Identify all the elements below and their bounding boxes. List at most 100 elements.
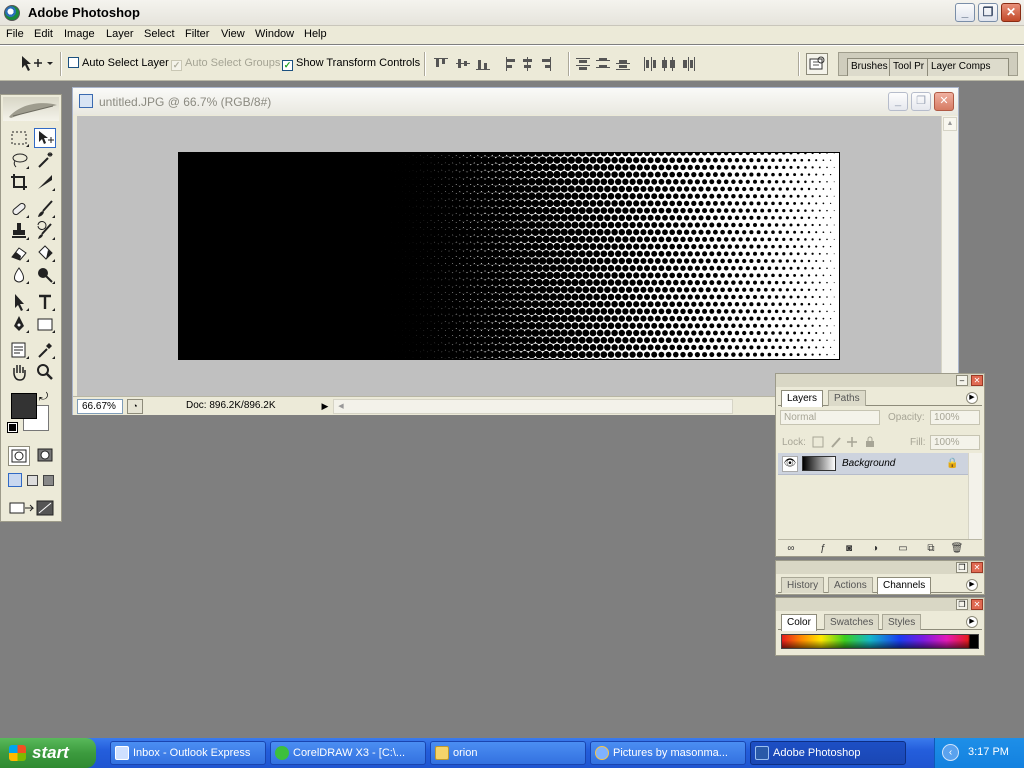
palette-menu-icon[interactable]: ▶ — [966, 579, 978, 591]
taskbar-button-photoshop[interactable]: Adobe Photoshop — [750, 741, 906, 765]
tab-actions[interactable]: Actions — [828, 577, 873, 593]
full-screen-menu-mode-icon[interactable] — [27, 475, 38, 486]
auto-select-layer-checkbox[interactable]: Auto Select Layer — [68, 57, 169, 69]
tab-paths[interactable]: Paths — [828, 390, 866, 406]
distribute-buttons-group[interactable] — [576, 56, 702, 72]
move-tool-icon[interactable] — [34, 128, 56, 148]
blur-tool-icon[interactable] — [8, 265, 30, 285]
rectangle-tool-icon[interactable] — [34, 314, 56, 334]
menu-window[interactable]: Window — [255, 27, 294, 41]
marquee-tool-icon[interactable] — [8, 128, 30, 148]
show-transform-controls-checkbox[interactable]: ✓ Show Transform Controls — [282, 57, 420, 71]
document-maximize-button[interactable]: ❐ — [911, 92, 931, 111]
swap-colors-icon[interactable]: ⤾ — [39, 391, 48, 404]
palette-drag-bar[interactable]: – ✕ — [776, 374, 984, 387]
magic-wand-tool-icon[interactable] — [34, 150, 56, 170]
notes-tool-icon[interactable] — [8, 340, 30, 360]
menu-select[interactable]: Select — [144, 27, 175, 41]
brush-tool-icon[interactable] — [34, 199, 56, 219]
tool-preset-picker[interactable] — [4, 51, 54, 75]
layer-style-icon[interactable]: ƒ — [816, 543, 830, 555]
zoom-level-field[interactable]: 66.67% — [77, 399, 123, 414]
status-info-menu-arrow-icon[interactable]: ▶ — [318, 399, 332, 414]
palette-drag-bar[interactable]: ❐ ✕ — [776, 598, 984, 611]
file-browser-button[interactable] — [806, 53, 828, 75]
layers-list-scrollbar[interactable] — [968, 453, 982, 539]
tab-channels[interactable]: Channels — [877, 577, 932, 594]
hand-tool-icon[interactable] — [8, 362, 30, 382]
palette-drag-bar[interactable]: ❐ ✕ — [776, 561, 984, 574]
horizontal-scrollbar[interactable]: ◀ — [333, 399, 733, 414]
path-selection-tool-icon[interactable] — [8, 292, 30, 312]
menu-layer[interactable]: Layer — [106, 27, 134, 41]
palette-well-tab-tool-presets[interactable]: Tool Pr — [889, 58, 929, 76]
vertical-scrollbar[interactable]: ▲ — [941, 116, 958, 396]
menu-image[interactable]: Image — [64, 27, 95, 41]
status-menu-icon[interactable]: ◔ — [127, 399, 143, 414]
jump-to-imageready-icon[interactable] — [9, 499, 55, 517]
link-layers-icon[interactable]: ∞ — [784, 543, 798, 555]
close-button[interactable]: ✕ — [1001, 3, 1021, 22]
minimize-button[interactable]: _ — [955, 3, 975, 22]
delete-layer-icon[interactable]: 🗑 — [950, 543, 964, 555]
canvas-area[interactable] — [77, 116, 941, 396]
full-screen-mode-icon[interactable] — [43, 475, 54, 486]
taskbar-button-outlook[interactable]: Inbox - Outlook Express — [110, 741, 266, 765]
type-tool-icon[interactable] — [34, 292, 56, 312]
menu-edit[interactable]: Edit — [34, 27, 53, 41]
color-spectrum-ramp[interactable] — [781, 634, 979, 649]
restore-button[interactable]: ❐ — [978, 3, 998, 22]
eyedropper-tool-icon[interactable] — [34, 340, 56, 360]
paint-bucket-tool-icon[interactable] — [34, 243, 56, 263]
start-button[interactable]: start — [0, 738, 96, 768]
palette-close-button[interactable]: ✕ — [971, 599, 983, 610]
taskbar-button-orion[interactable]: orion — [430, 741, 586, 765]
layer-mask-icon[interactable]: ◙ — [842, 543, 856, 555]
taskbar-button-pictures[interactable]: Pictures by masonma... — [590, 741, 746, 765]
standard-screen-mode-icon[interactable] — [8, 473, 22, 487]
default-colors-icon[interactable] — [7, 422, 18, 433]
dodge-tool-icon[interactable] — [34, 265, 56, 285]
history-brush-tool-icon[interactable] — [34, 221, 56, 241]
tab-styles[interactable]: Styles — [882, 614, 922, 630]
document-minimize-button[interactable]: _ — [888, 92, 908, 111]
tab-swatches[interactable]: Swatches — [824, 614, 880, 630]
toolbox-header-feather-icon[interactable] — [3, 97, 59, 121]
slice-tool-icon[interactable] — [34, 172, 56, 192]
palette-minimize-button[interactable]: ❐ — [956, 562, 968, 573]
palette-well-tab-brushes[interactable]: Brushes — [847, 58, 891, 76]
tab-layers[interactable]: Layers — [781, 390, 824, 407]
show-hidden-icons-chevron-icon[interactable]: ‹ — [942, 744, 959, 761]
adjustment-layer-icon[interactable]: ◑ — [868, 543, 882, 555]
palette-menu-icon[interactable]: ▶ — [966, 392, 978, 404]
document-close-button[interactable]: ✕ — [934, 92, 954, 111]
quick-mask-mode-icon[interactable] — [34, 446, 56, 466]
photoshop-app-icon[interactable] — [4, 5, 20, 21]
menu-file[interactable]: File — [6, 27, 24, 41]
palette-well-tab-layer-comps[interactable]: Layer Comps — [927, 58, 1009, 76]
tab-history[interactable]: History — [781, 577, 825, 593]
layer-row-background[interactable]: 👁 Background 🔒 — [778, 453, 968, 475]
palette-menu-icon[interactable]: ▶ — [966, 616, 978, 628]
standard-mode-icon[interactable] — [8, 446, 30, 466]
crop-tool-icon[interactable] — [8, 172, 30, 192]
taskbar-button-coreldraw[interactable]: CorelDRAW X3 - [C:\... — [270, 741, 426, 765]
eraser-tool-icon[interactable] — [8, 243, 30, 263]
menu-filter[interactable]: Filter — [185, 27, 209, 41]
menu-help[interactable]: Help — [304, 27, 327, 41]
new-layer-icon[interactable]: ⧉ — [924, 543, 938, 555]
scroll-left-arrow-icon[interactable]: ◀ — [334, 400, 348, 413]
align-buttons-group[interactable] — [434, 56, 564, 72]
menu-view[interactable]: View — [221, 27, 245, 41]
new-group-icon[interactable]: ▭ — [896, 543, 910, 555]
eye-icon[interactable]: 👁 — [782, 456, 798, 472]
lasso-tool-icon[interactable] — [8, 150, 30, 170]
zoom-tool-icon[interactable] — [34, 362, 56, 382]
pen-tool-icon[interactable] — [8, 314, 30, 334]
tab-color[interactable]: Color — [781, 614, 817, 631]
palette-close-button[interactable]: ✕ — [971, 562, 983, 573]
clone-stamp-tool-icon[interactable] — [8, 221, 30, 241]
palette-minimize-button[interactable]: ❐ — [956, 599, 968, 610]
healing-brush-tool-icon[interactable] — [8, 199, 30, 219]
scroll-up-arrow-icon[interactable]: ▲ — [943, 117, 957, 131]
